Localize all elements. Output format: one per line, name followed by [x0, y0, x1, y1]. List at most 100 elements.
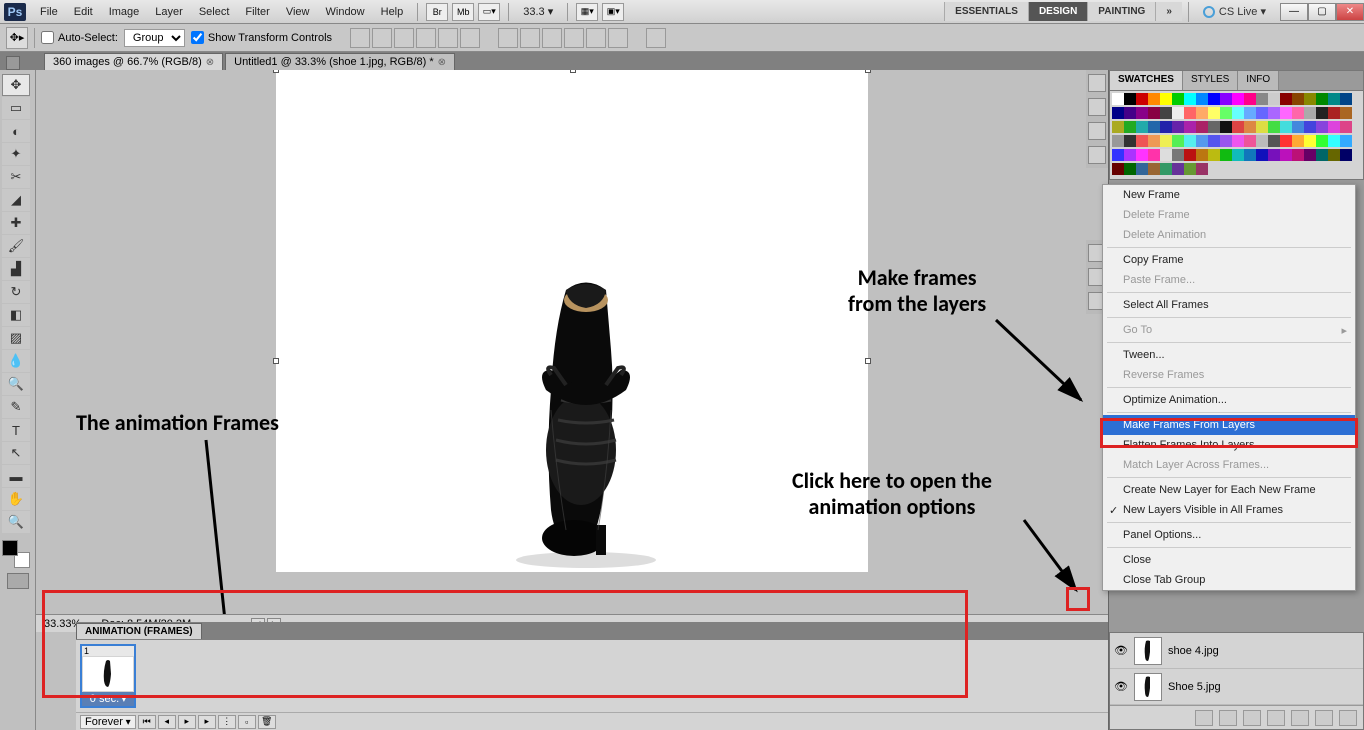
swatch[interactable] [1124, 149, 1136, 161]
swatch[interactable] [1244, 107, 1256, 119]
swatch[interactable] [1196, 107, 1208, 119]
swatch[interactable] [1112, 149, 1124, 161]
swatch[interactable] [1280, 149, 1292, 161]
swatch[interactable] [1292, 93, 1304, 105]
marquee-tool[interactable]: ▭ [2, 97, 30, 119]
swatch[interactable] [1268, 93, 1280, 105]
swatch[interactable] [1208, 135, 1220, 147]
swatch[interactable] [1124, 107, 1136, 119]
swatch[interactable] [1148, 107, 1160, 119]
align-icon[interactable] [394, 28, 414, 48]
extras-icon[interactable]: ▣▾ [602, 3, 624, 21]
distribute-icon[interactable] [608, 28, 628, 48]
swatch[interactable] [1184, 121, 1196, 133]
swatch[interactable] [1232, 93, 1244, 105]
swatch[interactable] [1268, 135, 1280, 147]
document-tab[interactable]: 360 images @ 66.7% (RGB/8)⊗ [44, 53, 223, 70]
swatch[interactable] [1316, 107, 1328, 119]
menu-help[interactable]: Help [373, 2, 412, 22]
distribute-icon[interactable] [564, 28, 584, 48]
swatch[interactable] [1280, 121, 1292, 133]
swatch[interactable] [1208, 149, 1220, 161]
swatch[interactable] [1280, 93, 1292, 105]
shape-tool[interactable]: ▬ [2, 465, 30, 487]
swatch[interactable] [1148, 93, 1160, 105]
visibility-icon[interactable]: 👁 [1114, 680, 1128, 694]
swatch[interactable] [1316, 93, 1328, 105]
menu-filter[interactable]: Filter [237, 2, 277, 22]
swatch[interactable] [1280, 135, 1292, 147]
menu-item[interactable]: Close Tab Group [1103, 570, 1355, 590]
workspace-essentials[interactable]: ESSENTIALS [944, 2, 1028, 21]
quick-mask[interactable] [7, 573, 29, 589]
swatch[interactable] [1328, 149, 1340, 161]
menu-image[interactable]: Image [101, 2, 148, 22]
window-maximize[interactable]: ▢ [1308, 3, 1336, 21]
swatch[interactable] [1124, 135, 1136, 147]
info-tab[interactable]: INFO [1238, 71, 1279, 90]
align-icon[interactable] [460, 28, 480, 48]
swatch[interactable] [1136, 93, 1148, 105]
color-swatches[interactable] [2, 540, 30, 568]
swatch[interactable] [1112, 121, 1124, 133]
swatch[interactable] [1112, 107, 1124, 119]
distribute-icon[interactable] [542, 28, 562, 48]
layer-mask-icon[interactable] [1243, 710, 1261, 726]
swatch[interactable] [1112, 93, 1124, 105]
swatch[interactable] [1304, 121, 1316, 133]
type-tool[interactable]: T [2, 419, 30, 441]
cslive-button[interactable]: CS Live ▾ [1195, 1, 1274, 22]
swatch[interactable] [1208, 93, 1220, 105]
swatch[interactable] [1316, 121, 1328, 133]
arrange-icon[interactable]: ▦▾ [576, 3, 598, 21]
history-brush-tool[interactable]: ↻ [2, 281, 30, 303]
menu-edit[interactable]: Edit [66, 2, 101, 22]
swatch[interactable] [1220, 135, 1232, 147]
swatch[interactable] [1304, 135, 1316, 147]
menu-item[interactable]: Close [1103, 550, 1355, 570]
layer-group-icon[interactable] [1291, 710, 1309, 726]
swatch[interactable] [1340, 107, 1352, 119]
window-close[interactable]: ✕ [1336, 3, 1364, 21]
swatch[interactable] [1196, 121, 1208, 133]
prev-frame-button[interactable]: ◂ [158, 715, 176, 729]
menu-window[interactable]: Window [318, 2, 373, 22]
auto-select-check[interactable]: Auto-Select: [41, 31, 118, 44]
swatch[interactable] [1172, 93, 1184, 105]
swatch[interactable] [1340, 135, 1352, 147]
swatch[interactable] [1220, 93, 1232, 105]
align-icon[interactable] [438, 28, 458, 48]
screen-mode-icon[interactable]: ▭▾ [478, 3, 500, 21]
menu-item[interactable]: New Layers Visible in All Frames✓ [1103, 500, 1355, 520]
swatch[interactable] [1244, 93, 1256, 105]
swatch[interactable] [1196, 163, 1208, 175]
swatch[interactable] [1220, 121, 1232, 133]
swatch[interactable] [1328, 107, 1340, 119]
swatch[interactable] [1184, 163, 1196, 175]
zoom-tool[interactable]: 🔍 [2, 511, 30, 533]
gradient-tool[interactable]: ▨ [2, 327, 30, 349]
swatch[interactable] [1256, 107, 1268, 119]
swatch[interactable] [1256, 149, 1268, 161]
swatch[interactable] [1340, 93, 1352, 105]
swatch[interactable] [1244, 149, 1256, 161]
distribute-icon[interactable] [586, 28, 606, 48]
swatch[interactable] [1196, 93, 1208, 105]
swatch[interactable] [1304, 149, 1316, 161]
visibility-icon[interactable]: 👁 [1114, 644, 1128, 658]
panel-icon[interactable] [1088, 146, 1106, 164]
menu-file[interactable]: File [32, 2, 66, 22]
swatch[interactable] [1292, 121, 1304, 133]
adjustment-layer-icon[interactable] [1267, 710, 1285, 726]
zoom-level[interactable]: 33.3 ▾ [515, 1, 561, 22]
swatch[interactable] [1136, 135, 1148, 147]
minibridge-icon[interactable]: Mb [452, 3, 474, 21]
eraser-tool[interactable]: ◧ [2, 304, 30, 326]
swatch[interactable] [1256, 93, 1268, 105]
swatch[interactable] [1280, 107, 1292, 119]
distribute-icon[interactable] [498, 28, 518, 48]
stamp-tool[interactable]: ▟ [2, 258, 30, 280]
auto-align-icon[interactable] [646, 28, 666, 48]
swatch[interactable] [1316, 135, 1328, 147]
menu-item[interactable]: Create New Layer for Each New Frame [1103, 480, 1355, 500]
